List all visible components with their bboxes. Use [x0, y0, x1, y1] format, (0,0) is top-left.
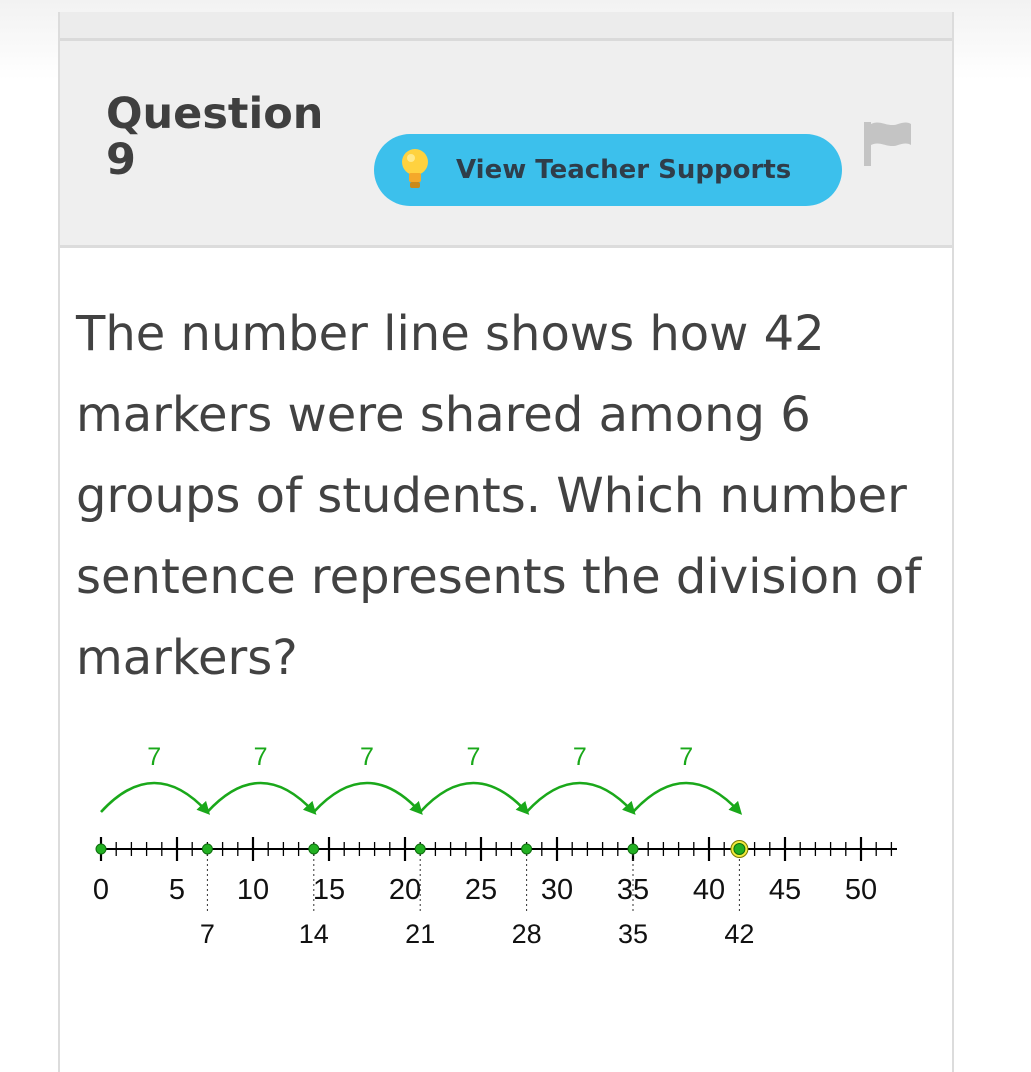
- number-line-point: [308, 843, 320, 855]
- point-value-labels: 7 14 21 28 35 42: [200, 919, 755, 949]
- number-line-figure: 7 7 7 7 7 7 0 5 10 15 20 25 30 35 40 45 50 7 14 21 28 35 42: [93, 743, 897, 949]
- jump-arrow: [632, 781, 743, 815]
- view-teacher-supports-label: View Teacher Supports: [456, 155, 792, 185]
- question-header: Question 9 View Teacher Supports: [60, 41, 952, 248]
- lightbulb-icon: [402, 149, 428, 188]
- number-line-point: [733, 843, 746, 855]
- point-label: 35: [618, 919, 648, 949]
- jump-label: 7: [573, 743, 587, 771]
- tick-label: 10: [237, 874, 269, 906]
- tick-label: 25: [465, 874, 497, 906]
- jump-arrow: [419, 781, 530, 815]
- point-label: 7: [200, 919, 215, 949]
- point-label: 42: [724, 919, 754, 949]
- tick-label: 20: [389, 874, 421, 906]
- tick-label: 5: [169, 874, 185, 906]
- jump-arrows: [100, 781, 743, 815]
- number-line-point: [627, 843, 639, 855]
- question-card: Question 9 View Teacher Supports The num…: [58, 12, 954, 1072]
- jump-label: 7: [147, 743, 161, 771]
- tick-label: 50: [845, 874, 877, 906]
- flag-icon[interactable]: [860, 119, 916, 167]
- question-prompt: The number line shows how 42 markers wer…: [76, 306, 922, 686]
- jump-label: 7: [679, 743, 693, 771]
- tick-label: 30: [541, 874, 573, 906]
- point-label: 14: [299, 919, 329, 949]
- tick-label: 15: [313, 874, 345, 906]
- jump-arrow: [525, 781, 636, 815]
- number-line-point: [95, 843, 107, 855]
- jump-arrow: [206, 781, 317, 815]
- major-tick-labels: 0 5 10 15 20 25 30 35 40 45 50: [93, 874, 877, 906]
- jump-label: 7: [360, 743, 374, 771]
- tick-label: 35: [617, 874, 649, 906]
- tick-label: 0: [93, 874, 109, 906]
- point-label: 28: [512, 919, 542, 949]
- view-teacher-supports-button[interactable]: View Teacher Supports: [374, 134, 842, 206]
- question-title: Question 9: [106, 89, 324, 185]
- point-label: 21: [405, 919, 435, 949]
- jump-arrow: [312, 781, 423, 815]
- number-line-point: [414, 843, 426, 855]
- number-line-axis: [99, 837, 897, 861]
- jump-label: 7: [254, 743, 268, 771]
- jump-arrow: [100, 781, 211, 815]
- number-line-point: [201, 843, 213, 855]
- tick-label: 40: [693, 874, 725, 906]
- jump-labels: 7 7 7 7 7 7: [147, 743, 693, 771]
- number-line-point: [521, 843, 533, 855]
- jump-label: 7: [466, 743, 480, 771]
- previous-card-edge: [60, 12, 952, 41]
- tick-label: 45: [769, 874, 801, 906]
